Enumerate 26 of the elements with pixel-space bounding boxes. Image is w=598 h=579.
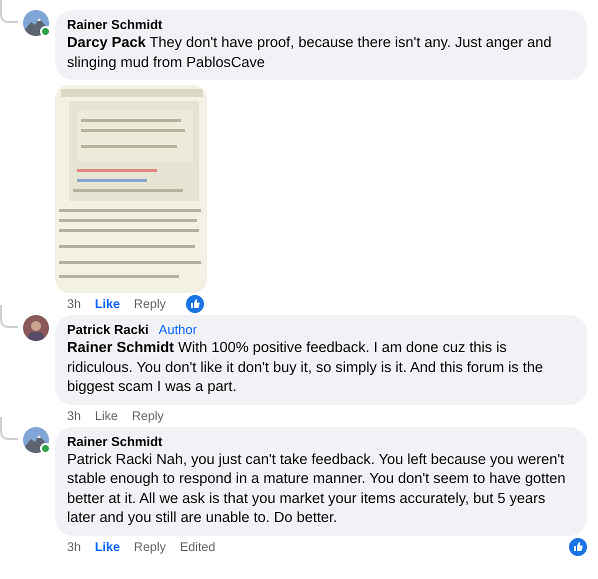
thread-line bbox=[0, 305, 19, 328]
author-name[interactable]: Patrick Racki bbox=[67, 322, 149, 338]
timestamp: 3h bbox=[67, 540, 81, 554]
like-link[interactable]: Like bbox=[94, 408, 118, 422]
reply-link[interactable]: Reply bbox=[134, 297, 166, 311]
timestamp: 3h bbox=[67, 297, 81, 311]
like-link[interactable]: Like bbox=[94, 297, 120, 311]
avatar[interactable] bbox=[23, 315, 49, 341]
avatar[interactable] bbox=[23, 10, 49, 36]
comment-text: Darcy Pack They don't have proof, because there isn't any. Just anger and slinging mud from PablosCave bbox=[67, 34, 553, 72]
thumbs-up-icon[interactable] bbox=[569, 538, 587, 556]
like-link[interactable]: Like bbox=[94, 540, 120, 554]
thread-line bbox=[0, 416, 19, 440]
comment-text: Rainer Schmidt With 100% positive feedback. I am done cuz this is ridiculous. You don't like it don't buy it, so simply is it. And this forum is the biggest scam I was a part. bbox=[67, 339, 544, 397]
timestamp: 3h bbox=[67, 408, 81, 422]
reply-link[interactable]: Reply bbox=[132, 408, 164, 422]
author-name[interactable]: Rainer Schmidt bbox=[67, 434, 162, 450]
comment-text: Patrick Racki Nah, you just can't take feedback. You left because you weren't stable enough to respond in a mature manner. You don't seem to have gotten better at it. All we ask is that you market your items accurately, but 5 years later and you still are unable to. Do better. bbox=[67, 450, 567, 528]
thread-line bbox=[0, 0, 19, 23]
edited-label: Edited bbox=[180, 540, 216, 554]
reply-link[interactable]: Reply bbox=[134, 540, 166, 554]
author-name[interactable]: Rainer Schmidt bbox=[67, 17, 162, 33]
thumbs-up-icon[interactable] bbox=[186, 295, 204, 313]
author-label: Author bbox=[158, 322, 197, 338]
online-indicator bbox=[40, 26, 51, 37]
avatar[interactable] bbox=[23, 426, 49, 452]
